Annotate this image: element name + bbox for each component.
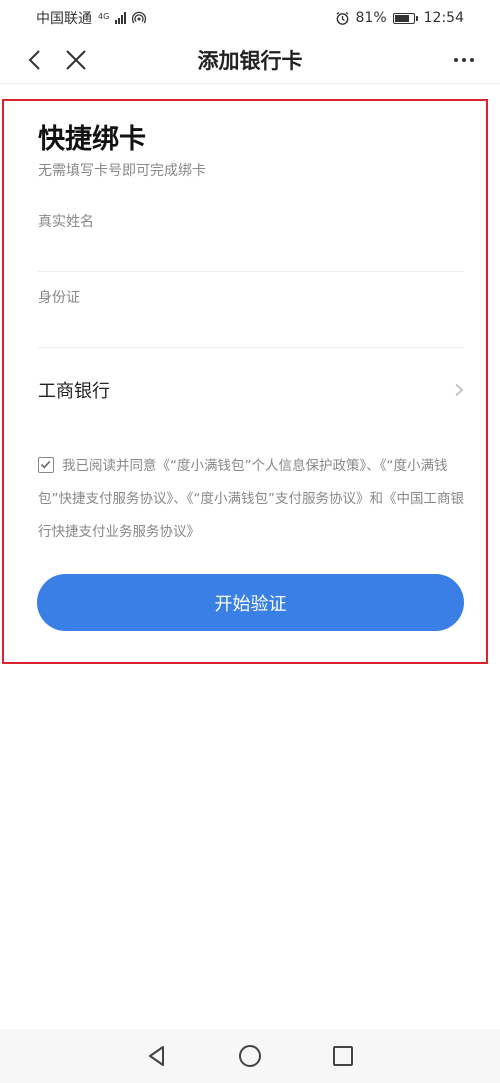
chevron-left-icon[interactable] xyxy=(22,46,50,74)
network-type: 4G xyxy=(98,11,110,21)
status-right: 81% 12:54 xyxy=(335,10,464,26)
agreement-checkbox[interactable] xyxy=(38,457,54,473)
id-label: 身份证 xyxy=(38,290,80,306)
hotspot-icon xyxy=(132,11,147,24)
back-triangle-icon[interactable] xyxy=(144,1043,170,1069)
nav-bar: 添加银行卡 xyxy=(0,36,500,84)
section-subtitle: 无需填写卡号即可完成绑卡 xyxy=(38,163,206,179)
chevron-right-icon xyxy=(455,383,464,397)
section-title: 快捷绑卡 xyxy=(38,124,146,155)
recents-square-icon[interactable] xyxy=(330,1043,356,1069)
start-verify-button[interactable]: 开始验证 xyxy=(37,574,464,631)
name-label: 真实姓名 xyxy=(38,214,94,230)
battery-icon xyxy=(392,12,418,24)
agreement-text[interactable]: 我已阅读并同意《“度小满钱包”个人信息保护政策》、《“度小满钱包”快捷支付服务协… xyxy=(38,458,464,540)
clock: 12:54 xyxy=(423,10,464,26)
page-title: 添加银行卡 xyxy=(197,48,303,73)
bank-name: 工商银行 xyxy=(38,381,110,402)
divider xyxy=(38,271,464,272)
home-circle-icon[interactable] xyxy=(237,1043,263,1069)
status-bar: 中国联通 4G 81% 12:54 xyxy=(0,0,500,36)
system-nav-bar xyxy=(0,1029,500,1083)
id-input[interactable] xyxy=(38,312,338,332)
alarm-icon xyxy=(336,11,348,25)
more-horizontal-icon[interactable] xyxy=(450,46,478,74)
battery-percent: 81% xyxy=(355,10,387,26)
status-left: 中国联通 4G xyxy=(36,8,147,28)
screen: 中国联通 4G 81% 12:54 添加银行卡 快捷绑卡 无需填写卡号即可完成绑… xyxy=(0,0,500,1083)
signal-icon xyxy=(115,12,127,24)
checkmark-icon xyxy=(40,460,51,469)
divider xyxy=(38,347,464,348)
bank-selector[interactable]: 工商银行 xyxy=(38,372,466,408)
close-icon[interactable] xyxy=(62,46,90,74)
carrier-name: 中国联通 xyxy=(36,11,92,27)
agreement-text-block: 我已阅读并同意《“度小满钱包”个人信息保护政策》、《“度小满钱包”快捷支付服务协… xyxy=(38,450,468,549)
name-input[interactable] xyxy=(38,236,338,256)
